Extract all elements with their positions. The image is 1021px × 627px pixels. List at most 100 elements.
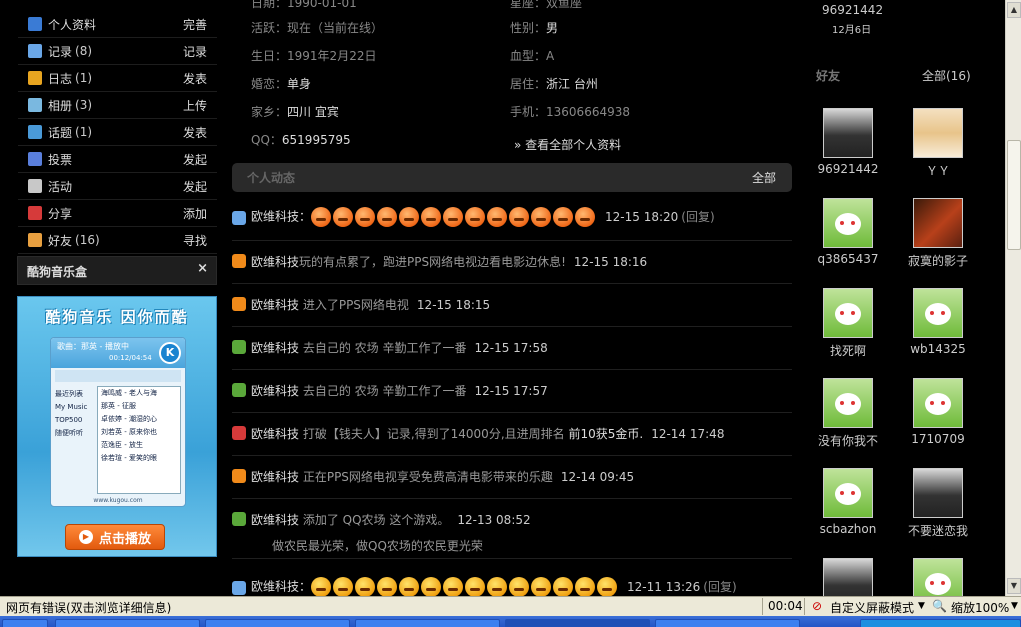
feed-author[interactable]: 欧维科技 — [251, 298, 299, 312]
scroll-down-icon[interactable]: ▼ — [1007, 578, 1021, 594]
friend-name[interactable]: q3865437 — [803, 252, 893, 266]
friend-avatar[interactable] — [823, 288, 873, 338]
friend-name[interactable]: scbazhon — [803, 522, 893, 536]
friend-avatar[interactable] — [913, 108, 963, 158]
friend-avatar[interactable] — [913, 468, 963, 518]
friend-card[interactable]: 不要迷恋我 — [893, 468, 983, 539]
friend-name[interactable]: 1710709 — [893, 432, 983, 446]
emoticon-icon — [509, 207, 530, 227]
friend-card[interactable]: scbazhon — [803, 468, 893, 536]
friend-card[interactable]: 没有你我不 — [803, 378, 893, 449]
taskbar-item[interactable] — [355, 619, 500, 627]
friend-card[interactable]: 寂寞的影子 — [893, 198, 983, 269]
friend-avatar[interactable] — [913, 198, 963, 248]
recent-visitor-name[interactable]: 96921442 — [822, 3, 883, 17]
sidebar-item-action[interactable]: 完善 — [183, 16, 207, 33]
blood-value: A — [546, 49, 555, 63]
friends-all-link[interactable]: 全部(16) — [922, 67, 971, 84]
feed-highlight: 前10获5金币. — [568, 427, 644, 441]
sidebar-item-label[interactable]: 个人资料 — [48, 16, 96, 33]
friend-card[interactable]: ＹＹ — [893, 108, 983, 179]
friend-name[interactable]: 96921442 — [803, 162, 893, 176]
friend-name[interactable]: 没有你我不 — [803, 432, 893, 449]
feed-reply-link[interactable]: (回复) — [681, 210, 714, 224]
friend-card[interactable]: wb14325 — [893, 288, 983, 356]
sidebar-item-action[interactable]: 添加 — [183, 205, 207, 222]
player-categories: 最近列表 My Music TOP500 随便听听 — [55, 388, 97, 440]
sidebar-item-label[interactable]: 好友 — [48, 232, 72, 249]
feed-author[interactable]: 欧维科技 — [251, 255, 299, 269]
sidebar-item[interactable]: 相册 (3) 上传 — [18, 92, 217, 119]
sidebar-item[interactable]: 分享 添加 — [18, 200, 217, 227]
friend-avatar[interactable] — [823, 108, 873, 158]
sidebar-item-label[interactable]: 分享 — [48, 205, 72, 222]
feed-all-link[interactable]: 全部 — [752, 169, 776, 186]
friend-name[interactable]: 寂寞的影子 — [893, 252, 983, 269]
sidebar-item[interactable]: 话题 (1) 发表 — [18, 119, 217, 146]
sidebar-item-action[interactable]: 发表 — [183, 124, 207, 141]
smiley-icon — [232, 297, 246, 311]
friend-card[interactable]: 找死啊 — [803, 288, 893, 359]
sidebar-item-label[interactable]: 日志 — [48, 70, 72, 87]
friend-name[interactable]: 找死啊 — [803, 342, 893, 359]
scroll-thumb[interactable] — [1007, 140, 1021, 250]
friend-name[interactable]: wb14325 — [893, 342, 983, 356]
friend-name[interactable]: 不要迷恋我 — [893, 522, 983, 539]
friend-card[interactable]: 1710709 — [893, 378, 983, 446]
player-category: TOP500 — [55, 416, 83, 424]
sidebar-item[interactable]: 好友 (16) 寻找 — [18, 227, 217, 254]
sidebar-item-action[interactable]: 发表 — [183, 70, 207, 87]
friend-avatar[interactable] — [823, 468, 873, 518]
topic-icon — [28, 125, 42, 139]
play-button[interactable]: ▶ 点击播放 — [65, 524, 165, 550]
friend-avatar[interactable] — [913, 288, 963, 338]
sidebar-item[interactable]: 记录 (8) 记录 — [18, 38, 217, 65]
friend-name[interactable]: ＹＹ — [893, 162, 983, 179]
sidebar-item[interactable]: 日志 (1) 发表 — [18, 65, 217, 92]
close-icon[interactable]: × — [197, 261, 208, 276]
sidebar-item-label[interactable]: 记录 — [48, 43, 72, 60]
sidebar-item-action[interactable]: 发起 — [183, 178, 207, 195]
sidebar-item[interactable]: 个人资料 完善 — [18, 11, 217, 38]
page-error-status[interactable]: 网页有错误(双击浏览详细信息) — [6, 599, 171, 616]
player-category: 随便听听 — [55, 429, 83, 437]
taskbar-item-active[interactable] — [505, 619, 650, 627]
view-all-profile-link[interactable]: » 查看全部个人资料 — [514, 136, 621, 153]
friend-card[interactable]: 96921442 — [803, 108, 893, 176]
sidebar-item-action[interactable]: 寻找 — [183, 232, 207, 249]
feed-author[interactable]: 欧维科技： — [251, 580, 311, 594]
sidebar-item[interactable]: 活动 发起 — [18, 173, 217, 200]
friend-avatar[interactable] — [913, 378, 963, 428]
sidebar-item-label[interactable]: 投票 — [48, 151, 72, 168]
friend-avatar[interactable] — [823, 198, 873, 248]
taskbar-start-button[interactable] — [2, 619, 48, 627]
taskbar-item[interactable] — [55, 619, 200, 627]
zoom-chevron-icon[interactable]: ▼ — [1011, 601, 1018, 611]
zoom-level[interactable]: 缩放100% — [951, 599, 1009, 616]
feed-author[interactable]: 欧维科技 — [251, 427, 299, 441]
sidebar-item-label[interactable]: 话题 — [48, 124, 72, 141]
sidebar-item-action[interactable]: 发起 — [183, 151, 207, 168]
feed-author[interactable]: 欧维科技 — [251, 470, 299, 484]
vertical-scrollbar[interactable]: ▲ ▼ — [1005, 0, 1021, 596]
chevron-down-icon[interactable]: ▼ — [918, 601, 925, 611]
feed-line: 欧维科技 打破【钱夫人】记录,得到了14000分,且进周排名 前10获5金币. 1… — [251, 425, 724, 442]
sidebar-item-action[interactable]: 上传 — [183, 97, 207, 114]
sidebar-item[interactable]: 投票 发起 — [18, 146, 217, 173]
kugou-music-ad[interactable]: 酷狗音乐 因你而酷 歌曲：那英 - 播放中 00:12/04:54 K 最近列表… — [17, 296, 217, 557]
friend-card[interactable]: q3865437 — [803, 198, 893, 266]
feed-author[interactable]: 欧维科技 — [251, 513, 299, 527]
sidebar-item-action[interactable]: 记录 — [183, 43, 207, 60]
block-mode-menu[interactable]: 自定义屏蔽模式 — [830, 599, 914, 616]
scroll-up-icon[interactable]: ▲ — [1007, 2, 1021, 18]
feed-author[interactable]: 欧维科技： — [251, 210, 311, 224]
taskbar-item[interactable] — [655, 619, 800, 627]
feed-reply-link[interactable]: (回复) — [703, 580, 736, 594]
feed-author[interactable]: 欧维科技 — [251, 384, 299, 398]
play-button-label: 点击播放 — [98, 531, 151, 547]
sidebar-item-label[interactable]: 相册 — [48, 97, 72, 114]
taskbar-item[interactable] — [205, 619, 350, 627]
friend-avatar[interactable] — [823, 378, 873, 428]
feed-author[interactable]: 欧维科技 — [251, 341, 299, 355]
sidebar-item-label[interactable]: 活动 — [48, 178, 72, 195]
